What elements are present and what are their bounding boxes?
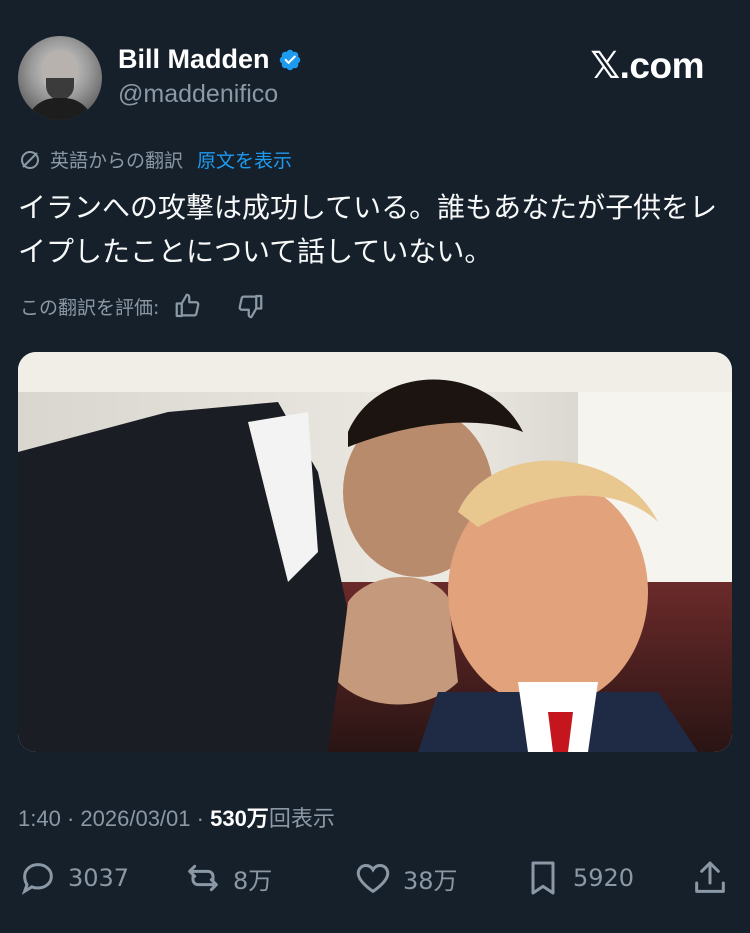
tweet-photo[interactable]: [18, 352, 732, 752]
bookmark-count: 5920: [573, 864, 635, 892]
heart-icon: [356, 863, 390, 894]
like-action[interactable]: 38万: [353, 858, 458, 898]
bookmark-action[interactable]: 5920: [523, 858, 634, 898]
photo-illustration: [18, 352, 732, 752]
tweet-header: Bill Madden @maddenifico 𝕏.com: [18, 36, 732, 120]
verified-badge-icon: [279, 49, 300, 70]
author-handle[interactable]: @maddenifico: [118, 80, 278, 109]
author-name-row[interactable]: Bill Madden: [118, 44, 302, 75]
translation-source-label: 英語からの翻訳: [50, 150, 184, 172]
views-count: 530万: [210, 806, 269, 831]
avatar-beard: [46, 78, 74, 100]
repost-action[interactable]: 8万: [183, 858, 272, 898]
reply-count: 3037: [68, 864, 130, 892]
avatar-shirt: [26, 98, 94, 120]
brand-suffix: .com: [619, 45, 705, 86]
thumbs-down-icon[interactable]: [235, 291, 265, 321]
meta-separator: ·: [66, 806, 75, 831]
thumbs-up-icon[interactable]: [173, 291, 203, 321]
reply-icon: [21, 863, 53, 895]
x-logo-icon: 𝕏: [590, 44, 620, 87]
tweet-text: イランへの攻撃は成功している。誰もあなたが子供をレイプしたことについて話していな…: [18, 191, 718, 268]
tweet-actions: 3037 8万 38万 5920: [18, 858, 732, 906]
share-action[interactable]: [690, 858, 730, 898]
repost-count: 8万: [233, 866, 273, 895]
rate-translation: この翻訳を評価:: [20, 291, 265, 321]
tweet-time[interactable]: 1:40: [18, 806, 61, 831]
rate-translation-label: この翻訳を評価:: [20, 296, 160, 319]
share-icon: [695, 861, 725, 893]
tweet-date[interactable]: 2026/03/01: [80, 806, 190, 831]
views-label: 回表示: [268, 806, 335, 831]
meta-separator: ·: [196, 806, 204, 831]
bookmark-icon: [531, 861, 555, 895]
author-avatar[interactable]: [18, 36, 102, 120]
author-name[interactable]: Bill Madden: [118, 44, 270, 75]
translate-icon: [21, 150, 39, 169]
like-count: 38万: [403, 866, 458, 895]
show-original-link[interactable]: 原文を表示: [197, 146, 292, 173]
reply-action[interactable]: 3037: [18, 858, 129, 898]
repost-icon: [188, 864, 218, 892]
x-com-logo: 𝕏.com: [590, 44, 704, 87]
translation-info: 英語からの翻訳 原文を表示: [18, 146, 292, 173]
tweet-meta: 1:40 · 2026/03/01 · 530万回表示: [18, 801, 335, 833]
